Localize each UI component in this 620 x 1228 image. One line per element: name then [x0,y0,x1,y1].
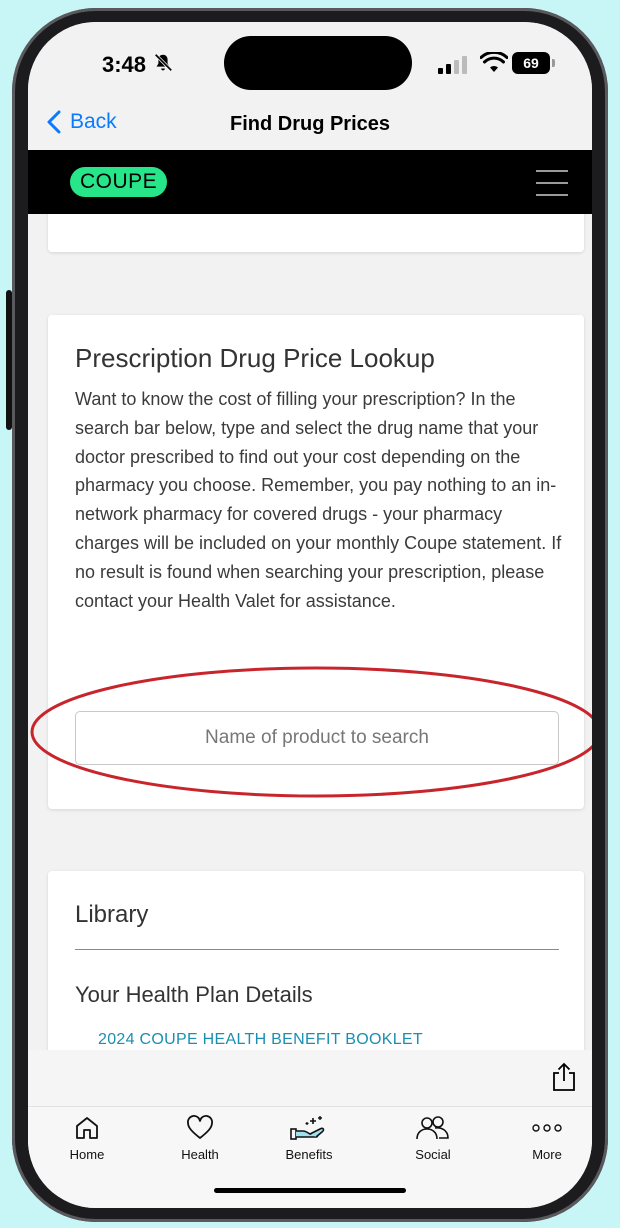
lookup-title: Prescription Drug Price Lookup [75,343,435,373]
tab-benefits[interactable]: Benefits [264,1115,354,1162]
tab-social[interactable]: Social [388,1115,478,1162]
health-plan-details-heading: Your Health Plan Details [75,982,313,1007]
share-icon[interactable] [552,1062,576,1092]
library-card: Library Your Health Plan Details 2024 CO… [48,871,584,1050]
battery-nub [552,59,555,67]
benefits-hand-icon [290,1116,325,1140]
app-bar: COUPE [28,150,592,214]
signal-icon [438,56,467,74]
home-indicator [214,1188,406,1193]
page-title: Find Drug Prices [229,113,391,135]
tab-more-label: More [532,1147,562,1162]
people-icon [416,1116,449,1140]
nav-header: Back Find Drug Prices [28,104,592,150]
tab-health[interactable]: Health [155,1115,245,1162]
share-bar [28,1050,592,1106]
home-icon [76,1117,98,1139]
bell-slash-icon [154,53,173,72]
heart-icon [187,1115,213,1139]
tab-health-label: Health [181,1147,219,1162]
battery-icon: 69 [512,52,550,74]
hamburger-menu-icon[interactable] [536,170,568,196]
tab-social-label: Social [415,1147,451,1162]
wifi-icon [480,52,508,72]
previous-card [48,214,584,252]
library-divider [75,949,559,950]
side-button [6,290,12,430]
dynamic-island [224,36,412,90]
lookup-description: Want to know the cost of filling your pr… [75,389,562,611]
tab-home-label: Home [69,1147,105,1162]
drug-search-input[interactable] [75,711,559,765]
status-time: 3:48 [102,52,147,77]
more-dots-icon [532,1124,562,1132]
benefit-booklet-link[interactable]: 2024 COUPE HEALTH BENEFIT BOOKLET [98,1031,423,1049]
tab-more[interactable]: More [502,1115,592,1162]
library-title: Library [75,901,149,928]
tab-benefits-label: Benefits [285,1147,333,1162]
main-content[interactable]: Prescription Drug Price Lookup Want to k… [28,214,592,1050]
tab-home[interactable]: Home [42,1115,132,1162]
coupe-logo[interactable]: COUPE [70,167,168,197]
phone-screen: 3:48 69 Back Find Drug Prices COUPE Pres… [28,22,592,1208]
drug-price-lookup-card: Prescription Drug Price Lookup Want to k… [48,315,584,809]
status-bar: 3:48 69 [28,22,592,104]
